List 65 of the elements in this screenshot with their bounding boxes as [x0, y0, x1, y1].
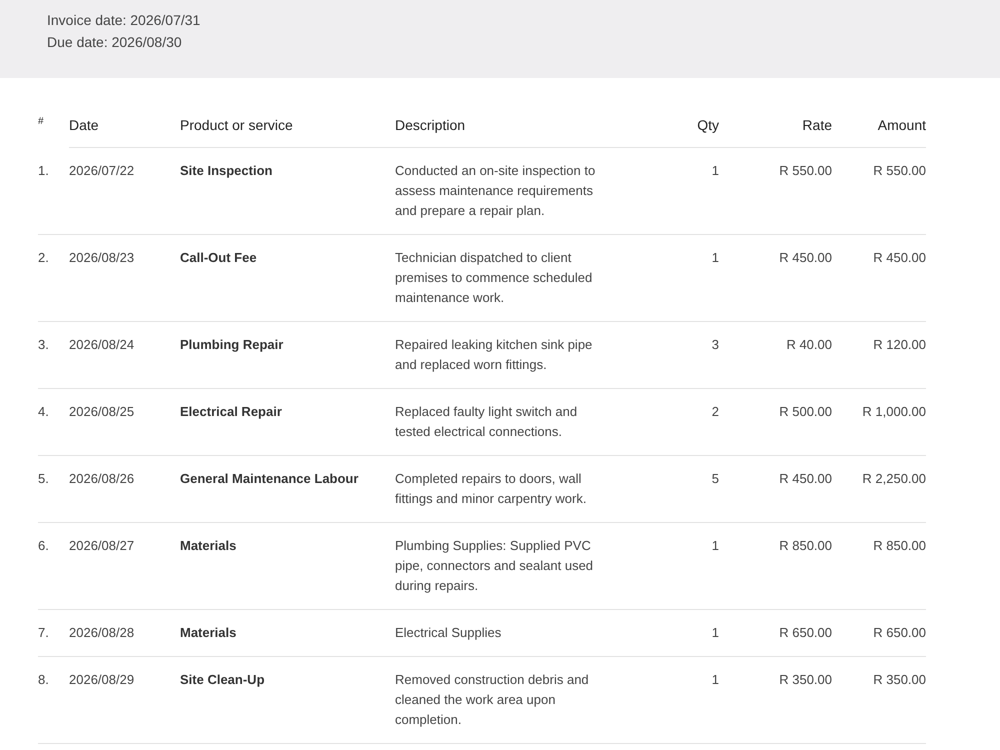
table-cell: 2026/08/29 [69, 672, 134, 687]
table-cell: 1 [712, 538, 719, 553]
table-cell: R 1,000.00 [862, 404, 926, 419]
table-cell: R 550.00 [779, 163, 832, 178]
table-cell: R 450.00 [779, 471, 832, 486]
row-number: 7. [38, 625, 49, 640]
column-header: Amount [878, 117, 926, 133]
table-cell: 1 [712, 625, 719, 640]
product-name: Materials [180, 538, 236, 553]
column-header: Product or service [180, 117, 293, 133]
product-name: Materials [180, 625, 236, 640]
table-cell: 3 [712, 337, 719, 352]
table-cell: Completed repairs to doors, wall fittings and minor carpentry work. [395, 471, 586, 506]
invoice-detail: Invoice date: 2026/07/31 [47, 11, 200, 30]
table-cell: 1 [712, 163, 719, 178]
table-cell: 2026/08/27 [69, 538, 134, 553]
table-cell: R 650.00 [779, 625, 832, 640]
product-name: Call-Out Fee [180, 250, 257, 265]
table-cell: 2026/08/25 [69, 404, 134, 419]
table-cell: Plumbing Supplies: Supplied PVC pipe, connectors and sealant used during repairs. [395, 538, 594, 593]
column-header: # [38, 116, 44, 127]
row-number: 6. [38, 538, 49, 553]
product-name: Plumbing Repair [180, 337, 284, 352]
table-cell: R 120.00 [873, 337, 926, 352]
product-name: Site Inspection [180, 163, 272, 178]
row-number: 3. [38, 337, 49, 352]
table-cell: Replaced faulty light switch and tested electrical connections. [395, 404, 578, 439]
table-cell: R 450.00 [873, 250, 926, 265]
table-cell: Removed construction debris and cleaned the work area upon completion. [395, 672, 589, 727]
table-cell: R 500.00 [779, 404, 832, 419]
invoice-detail: Due date: 2026/08/30 [47, 33, 182, 52]
product-name: Site Clean-Up [180, 672, 265, 687]
table-cell: 1 [712, 250, 719, 265]
table-cell: R 450.00 [779, 250, 832, 265]
table-cell: 2026/08/28 [69, 625, 134, 640]
table-cell: 2026/08/23 [69, 250, 134, 265]
table-cell: 2 [712, 404, 719, 419]
column-header: Date [69, 117, 99, 133]
table-cell: R 650.00 [873, 625, 926, 640]
table-cell: Conducted an on-site inspection to assess maintenance requirements and prepare a repair plan. [395, 163, 596, 218]
row-number: 5. [38, 471, 49, 486]
table-cell: 1 [712, 672, 719, 687]
table-cell: R 40.00 [786, 337, 832, 352]
table-cell: Technician dispatched to client premises to commence scheduled maintenance work. [395, 250, 592, 305]
table-cell: 2026/07/22 [69, 163, 134, 178]
table-cell: Repaired leaking kitchen sink pipe and replaced worn fittings. [395, 337, 592, 372]
table-cell: R 850.00 [779, 538, 832, 553]
row-number: 8. [38, 672, 49, 687]
table-cell: 2026/08/26 [69, 471, 134, 486]
column-header: Description [395, 117, 466, 133]
column-header: Rate [802, 117, 832, 133]
table-cell: R 350.00 [779, 672, 832, 687]
table-cell: R 2,250.00 [862, 471, 926, 486]
table-cell: R 350.00 [873, 672, 926, 687]
row-number: 1. [38, 163, 49, 178]
column-header: Qty [697, 117, 719, 133]
table-cell: R 850.00 [873, 538, 926, 553]
row-number: 4. [38, 404, 49, 419]
table-cell: R 550.00 [873, 163, 926, 178]
table-cell: 5 [712, 471, 719, 486]
product-name: Electrical Repair [180, 404, 282, 419]
table-cell: Electrical Supplies [395, 625, 502, 640]
row-number: 2. [38, 250, 49, 265]
table-cell: 2026/08/24 [69, 337, 134, 352]
product-name: General Maintenance Labour [180, 471, 358, 486]
